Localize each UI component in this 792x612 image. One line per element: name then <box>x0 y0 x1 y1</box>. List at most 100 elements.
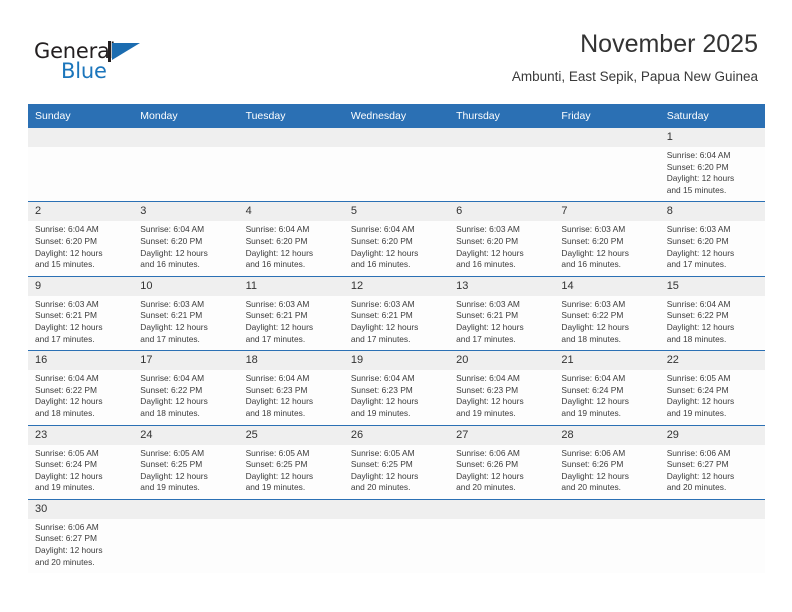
calendar-day-cell[interactable]: 19 Sunrise: 6:04 AM Sunset: 6:23 PM Dayligh… <box>343 350 450 426</box>
calendar-day-cell[interactable]: 22 Sunrise: 6:05 AM Sunset: 6:24 PM Dayligh… <box>659 350 765 426</box>
day-sun-info: Sunrise: 6:03 AM Sunset: 6:21 PM Daylight:… <box>344 296 449 350</box>
calendar-day-cell[interactable]: 15 Sunrise: 6:04 AM Sunset: 6:22 PM Dayligh… <box>659 276 765 352</box>
day-daylight2-text: and 19 minutes. <box>456 407 516 418</box>
day-sunset-text: Sunset: 6:20 PM <box>456 235 519 246</box>
calendar-day-cell[interactable]: 20 Sunrise: 6:04 AM Sunset: 6:23 PM Dayligh… <box>449 350 555 426</box>
day-sunrise-text: Sunrise: 6:03 AM <box>561 298 626 309</box>
weekday-header-sunday: Sunday <box>28 104 134 128</box>
day-daylight2-text: and 20 minutes. <box>350 482 411 493</box>
calendar-day-cell-empty <box>449 499 555 574</box>
day-sunset-text: Sunset: 6:22 PM <box>561 310 624 321</box>
day-daylight1-text: Daylight: 12 hours <box>140 396 208 407</box>
calendar-day-cell[interactable]: 2 Sunrise: 6:04 AM Sunset: 6:20 PM Daylight… <box>28 201 134 277</box>
day-sunset-text: Sunset: 6:22 PM <box>666 310 729 321</box>
calendar-day-cell[interactable]: 4 Sunrise: 6:04 AM Sunset: 6:20 PM Daylight… <box>238 201 344 277</box>
day-daylight2-text: and 16 minutes. <box>561 259 622 270</box>
day-daylight2-text: and 19 minutes. <box>666 407 727 418</box>
day-daylight2-text: and 19 minutes. <box>350 407 411 418</box>
day-daylight1-text: Daylight: 12 hours <box>666 247 735 258</box>
weekday-header-friday: Friday <box>554 104 660 128</box>
weekday-header-tuesday: Tuesday <box>238 104 344 128</box>
day-sunrise-text: Sunrise: 6:04 AM <box>35 373 99 384</box>
day-daylight1-text: Daylight: 12 hours <box>561 470 629 481</box>
day-sun-info: Sunrise: 6:04 AM Sunset: 6:22 PM Daylight:… <box>660 296 765 350</box>
day-daylight1-text: Daylight: 12 hours <box>456 470 524 481</box>
day-sunrise-text: Sunrise: 6:05 AM <box>350 447 415 458</box>
day-daylight2-text: and 17 minutes. <box>666 259 727 270</box>
day-number: 26 <box>343 425 450 445</box>
day-number <box>449 499 555 519</box>
day-number: 9 <box>28 276 134 296</box>
day-sun-info: Sunrise: 6:04 AM Sunset: 6:20 PM Daylight:… <box>239 221 344 275</box>
day-daylight1-text: Daylight: 12 hours <box>245 470 314 481</box>
day-daylight2-text: and 18 minutes. <box>35 407 95 418</box>
calendar-day-cell[interactable]: 16 Sunrise: 6:04 AM Sunset: 6:22 PM Dayligh… <box>28 350 134 426</box>
calendar-day-cell[interactable]: 28 Sunrise: 6:06 AM Sunset: 6:26 PM Dayligh… <box>554 425 660 500</box>
calendar-day-cell[interactable]: 23 Sunrise: 6:05 AM Sunset: 6:24 PM Dayligh… <box>28 425 134 500</box>
calendar-day-cell[interactable]: 5 Sunrise: 6:04 AM Sunset: 6:20 PM Daylight… <box>343 201 450 277</box>
calendar-day-cell[interactable]: 12 Sunrise: 6:03 AM Sunset: 6:21 PM Dayligh… <box>343 276 450 352</box>
calendar-day-cell-empty <box>554 128 660 203</box>
calendar-day-cell[interactable]: 11 Sunrise: 6:03 AM Sunset: 6:21 PM Dayligh… <box>238 276 344 352</box>
day-daylight2-text: and 19 minutes. <box>245 482 306 493</box>
calendar-day-cell[interactable]: 13 Sunrise: 6:03 AM Sunset: 6:21 PM Dayligh… <box>449 276 555 352</box>
calendar-day-cell[interactable]: 7 Sunrise: 6:03 AM Sunset: 6:20 PM Daylight… <box>554 201 660 277</box>
calendar-day-cell[interactable]: 30 Sunrise: 6:06 AM Sunset: 6:27 PM Dayligh… <box>28 499 134 574</box>
calendar-day-cell[interactable]: 14 Sunrise: 6:03 AM Sunset: 6:22 PM Dayligh… <box>554 276 660 352</box>
day-sun-info: Sunrise: 6:03 AM Sunset: 6:21 PM Daylight:… <box>239 296 344 350</box>
day-sunrise-text: Sunrise: 6:03 AM <box>561 224 626 235</box>
day-sunset-text: Sunset: 6:24 PM <box>561 384 624 395</box>
calendar-day-cell[interactable]: 10 Sunrise: 6:03 AM Sunset: 6:21 PM Dayligh… <box>133 276 239 352</box>
day-sun-info: Sunrise: 6:05 AM Sunset: 6:24 PM Daylight:… <box>28 445 133 499</box>
day-number: 1 <box>659 128 765 147</box>
calendar-day-cell[interactable]: 27 Sunrise: 6:06 AM Sunset: 6:26 PM Dayligh… <box>449 425 555 500</box>
day-sunrise-text: Sunrise: 6:04 AM <box>456 373 520 384</box>
day-sun-info: Sunrise: 6:06 AM Sunset: 6:26 PM Daylight:… <box>449 445 554 499</box>
day-sun-info: Sunrise: 6:04 AM Sunset: 6:22 PM Daylight:… <box>28 370 133 424</box>
general-blue-logo[interactable]: General Blue <box>34 40 164 88</box>
day-sunrise-text: Sunrise: 6:05 AM <box>245 447 310 458</box>
calendar-day-cell[interactable]: 26 Sunrise: 6:05 AM Sunset: 6:25 PM Dayligh… <box>343 425 450 500</box>
day-sunset-text: Sunset: 6:21 PM <box>350 310 413 321</box>
weekday-header-thursday: Thursday <box>449 104 555 128</box>
day-number <box>449 128 555 147</box>
calendar-week-row: 9 Sunrise: 6:03 AM Sunset: 6:21 PM Daylight… <box>28 276 765 352</box>
day-number <box>554 128 660 147</box>
day-daylight2-text: and 17 minutes. <box>140 333 200 344</box>
day-daylight2-text: and 20 minutes. <box>666 482 727 493</box>
calendar-day-cell[interactable]: 1 Sunrise: 6:04 AM Sunset: 6:20 PM Daylight… <box>659 128 765 203</box>
calendar-day-cell[interactable]: 21 Sunrise: 6:04 AM Sunset: 6:24 PM Dayligh… <box>554 350 660 426</box>
calendar-day-cell[interactable]: 3 Sunrise: 6:04 AM Sunset: 6:20 PM Daylight… <box>133 201 239 277</box>
calendar-day-cell[interactable]: 9 Sunrise: 6:03 AM Sunset: 6:21 PM Daylight… <box>28 276 134 352</box>
day-daylight2-text: and 17 minutes. <box>350 333 411 344</box>
calendar-day-cell[interactable]: 17 Sunrise: 6:04 AM Sunset: 6:22 PM Dayligh… <box>133 350 239 426</box>
day-number: 15 <box>659 276 765 296</box>
day-number <box>343 499 450 519</box>
day-sun-info: Sunrise: 6:03 AM Sunset: 6:22 PM Daylight:… <box>554 296 659 350</box>
day-daylight1-text: Daylight: 12 hours <box>666 396 735 407</box>
day-sunset-text: Sunset: 6:23 PM <box>456 384 519 395</box>
day-number <box>238 128 344 147</box>
day-sun-info: Sunrise: 6:03 AM Sunset: 6:20 PM Daylight:… <box>554 221 659 275</box>
day-sun-info: Sunrise: 6:03 AM Sunset: 6:20 PM Daylight:… <box>449 221 554 275</box>
day-daylight2-text: and 16 minutes. <box>140 259 200 270</box>
calendar-day-cell[interactable]: 18 Sunrise: 6:04 AM Sunset: 6:23 PM Dayligh… <box>238 350 344 426</box>
calendar-day-cell[interactable]: 8 Sunrise: 6:03 AM Sunset: 6:20 PM Daylight… <box>659 201 765 277</box>
calendar-day-cell[interactable]: 24 Sunrise: 6:05 AM Sunset: 6:25 PM Dayligh… <box>133 425 239 500</box>
day-number: 10 <box>133 276 239 296</box>
day-sunrise-text: Sunrise: 6:06 AM <box>561 447 626 458</box>
day-sun-info: Sunrise: 6:06 AM Sunset: 6:27 PM Daylight:… <box>28 519 133 573</box>
calendar-day-cell[interactable]: 25 Sunrise: 6:05 AM Sunset: 6:25 PM Dayligh… <box>238 425 344 500</box>
day-daylight2-text: and 20 minutes. <box>561 482 622 493</box>
day-sun-info: Sunrise: 6:06 AM Sunset: 6:27 PM Daylight:… <box>660 445 765 499</box>
calendar-week-row: 30 Sunrise: 6:06 AM Sunset: 6:27 PM Dayligh… <box>28 499 765 574</box>
day-sun-info: Sunrise: 6:06 AM Sunset: 6:26 PM Daylight:… <box>554 445 659 499</box>
day-sunrise-text: Sunrise: 6:04 AM <box>35 224 99 235</box>
day-sunset-text: Sunset: 6:22 PM <box>35 384 97 395</box>
day-sun-info: Sunrise: 6:05 AM Sunset: 6:25 PM Daylight:… <box>239 445 344 499</box>
calendar-day-cell[interactable]: 29 Sunrise: 6:06 AM Sunset: 6:27 PM Dayligh… <box>659 425 765 500</box>
day-sunset-text: Sunset: 6:20 PM <box>35 235 97 246</box>
day-sunset-text: Sunset: 6:21 PM <box>245 310 308 321</box>
logo-black-bar-icon <box>108 41 111 62</box>
calendar-day-cell[interactable]: 6 Sunrise: 6:03 AM Sunset: 6:20 PM Daylight… <box>449 201 555 277</box>
